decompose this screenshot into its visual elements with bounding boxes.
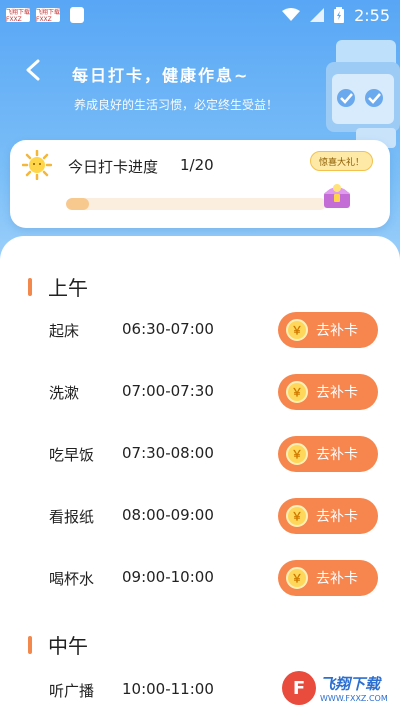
section-marker <box>28 277 32 296</box>
section-title: 上午 <box>48 276 88 300</box>
progress-track <box>66 198 326 210</box>
watermark: F 飞翔下载 WWW.FXXZ.COM <box>282 668 396 708</box>
makeup-checkin-button[interactable]: ￥ 去补卡 <box>278 374 378 410</box>
coin-icon: ￥ <box>286 319 308 341</box>
task-time: 06:30-07:00 <box>122 320 214 338</box>
makeup-checkin-button[interactable]: ￥ 去补卡 <box>278 498 378 534</box>
task-time: 08:00-09:00 <box>122 506 214 524</box>
calendar-illustration-icon <box>326 40 400 148</box>
task-name: 听广播 <box>49 682 95 700</box>
coin-icon: ￥ <box>286 567 308 589</box>
watermark-logo-icon: F <box>282 671 316 705</box>
button-label: 去补卡 <box>316 447 358 463</box>
coin-icon: ￥ <box>286 443 308 465</box>
treasure-chest-icon[interactable] <box>320 178 354 212</box>
task-name: 洗漱 <box>49 384 80 402</box>
task-time: 07:30-08:00 <box>122 444 214 462</box>
list-item: 起床 06:30-07:00 ￥ 去补卡 <box>0 312 400 348</box>
task-name: 看报纸 <box>49 508 95 526</box>
button-label: 去补卡 <box>316 509 358 525</box>
page-subtitle: 养成良好的生活习惯，必定终生受益！ <box>74 98 279 112</box>
notification-badge: 飞翔下载 FXXZ <box>36 8 61 23</box>
watermark-text: 飞翔下载 <box>320 675 381 693</box>
task-time: 10:00-11:00 <box>122 680 214 698</box>
sun-icon <box>22 150 52 180</box>
list-item: 喝杯水 09:00-10:00 ￥ 去补卡 <box>0 560 400 596</box>
section-title: 中午 <box>48 634 88 658</box>
button-label: 去补卡 <box>316 385 358 401</box>
list-item: 洗漱 07:00-07:30 ￥ 去补卡 <box>0 374 400 410</box>
gift-bubble: 惊喜大礼！ <box>310 151 374 171</box>
status-right: 2:55 <box>282 6 390 25</box>
coin-icon: ￥ <box>286 505 308 527</box>
progress-label: 今日打卡进度 <box>68 158 159 176</box>
status-bar: 飞翔下载 FXXZ 飞翔下载 FXXZ 2:55 <box>0 0 400 30</box>
signal-icon <box>310 8 325 22</box>
button-label: 去补卡 <box>316 571 358 587</box>
task-name: 喝杯水 <box>49 570 95 588</box>
progress-fill <box>66 198 90 210</box>
button-label: 去补卡 <box>316 323 358 339</box>
status-left: 飞翔下载 FXXZ 飞翔下载 FXXZ <box>6 7 84 23</box>
task-time: 07:00-07:30 <box>122 382 214 400</box>
watermark-url: WWW.FXXZ.COM <box>320 694 388 703</box>
page-title: 每日打卡，健康作息~ <box>72 66 250 85</box>
task-name: 吃早饭 <box>49 446 95 464</box>
notification-badge: 飞翔下载 FXXZ <box>6 8 31 23</box>
checkin-list: 上午 起床 06:30-07:00 ￥ 去补卡 洗漱 07:00-07:30 ￥… <box>0 236 400 711</box>
section-noon: 中午 <box>28 630 88 659</box>
makeup-checkin-button[interactable]: ￥ 去补卡 <box>278 560 378 596</box>
list-item: 吃早饭 07:30-08:00 ￥ 去补卡 <box>0 436 400 472</box>
progress-card: 今日打卡进度 1/20 惊喜大礼！ <box>10 140 390 228</box>
list-item: 看报纸 08:00-09:00 ￥ 去补卡 <box>0 498 400 534</box>
task-time: 09:00-10:00 <box>122 568 214 586</box>
back-arrow-icon[interactable] <box>22 58 46 82</box>
section-marker <box>28 635 32 654</box>
watermark-text-block: 飞翔下载 WWW.FXXZ.COM <box>320 673 388 703</box>
wifi-icon <box>282 8 301 21</box>
battery-icon <box>334 7 345 23</box>
progress-count: 1/20 <box>180 156 214 174</box>
status-time: 2:55 <box>354 5 390 25</box>
makeup-checkin-button[interactable]: ￥ 去补卡 <box>278 312 378 348</box>
makeup-checkin-button[interactable]: ￥ 去补卡 <box>278 436 378 472</box>
shopping-bag-icon <box>70 7 84 23</box>
section-morning: 上午 <box>28 272 88 301</box>
coin-icon: ￥ <box>286 381 308 403</box>
task-name: 起床 <box>49 322 80 340</box>
